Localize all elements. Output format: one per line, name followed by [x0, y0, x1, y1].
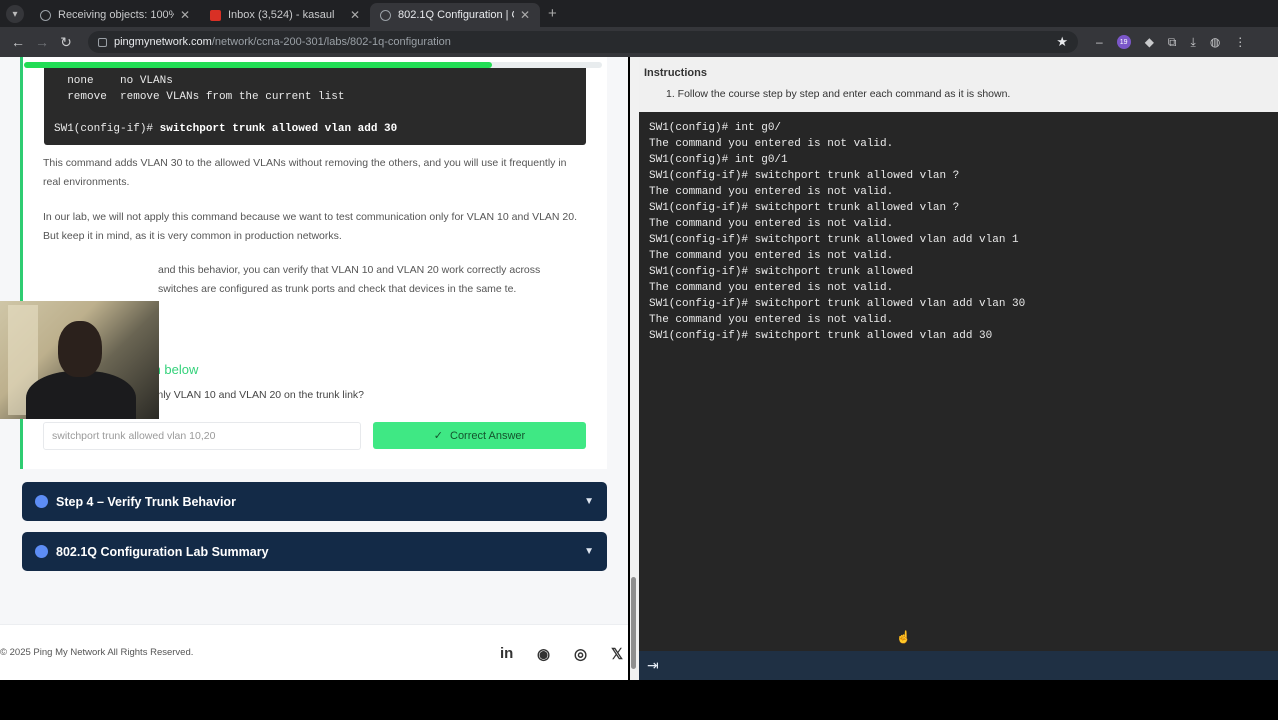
- terminal-toolbar: ⇥: [639, 651, 1278, 680]
- browser-tab-2[interactable]: Inbox (3,524) - kasaul ✕: [200, 3, 370, 27]
- site-info-icon[interactable]: [98, 37, 107, 47]
- screen-bottom-bar: [0, 680, 1278, 720]
- accordion-summary[interactable]: 802.1Q Configuration Lab Summary ▼: [22, 532, 607, 571]
- generic-favicon-icon: [40, 9, 51, 21]
- tab-label: Receiving objects: 100%: [58, 9, 174, 21]
- code-prompt: SW1(config-if)#: [54, 123, 160, 135]
- tab-label: Inbox (3,524) - kasaul: [228, 9, 335, 21]
- code-line: remove remove VLANs from the current lis…: [54, 91, 345, 103]
- tab-search-icon[interactable]: ▾: [6, 5, 24, 23]
- tab-label: 802.1Q Configuration | C: [398, 9, 514, 21]
- close-tab-icon[interactable]: ✕: [350, 8, 360, 22]
- browser-tab-3-active[interactable]: 802.1Q Configuration | C ✕: [370, 3, 540, 27]
- step-dot-icon: [35, 495, 48, 508]
- url-path: /network/ccna-200-301/labs/802-1q-config…: [211, 36, 451, 48]
- mouse-pointer-icon: ☝: [896, 630, 911, 644]
- terminal-line: SW1(config-if)# switchport trunk allowed…: [649, 298, 1026, 310]
- exit-icon[interactable]: ⇥: [647, 657, 659, 674]
- webcam-overlay: [0, 301, 159, 419]
- terminal-line: SW1(config)# int g0/1: [649, 154, 788, 166]
- terminal-line: SW1(config)# int g0/: [649, 122, 782, 134]
- progress-bar: [24, 62, 602, 68]
- webcam-person-head: [58, 321, 102, 377]
- url-host: pingmynetwork.com: [114, 36, 212, 48]
- webcam-person-body: [26, 371, 136, 419]
- code-line: none no VLANs: [54, 75, 173, 87]
- terminal-pane: Instructions 1. Follow the course step b…: [639, 57, 1278, 680]
- profile-avatar-icon[interactable]: ◍: [1210, 35, 1220, 49]
- paragraph-verify: and this behavior, you can verify that V…: [158, 264, 541, 295]
- reddit-icon[interactable]: ◉: [537, 645, 550, 663]
- accordion-step4[interactable]: Step 4 – Verify Trunk Behavior ▼: [22, 482, 607, 521]
- instructions-step: 1. Follow the course step by step and en…: [666, 88, 1011, 100]
- reload-icon[interactable]: ↻: [54, 34, 78, 51]
- terminal-line: SW1(config-if)# switchport trunk allowed…: [649, 170, 960, 182]
- instagram-icon[interactable]: ◎: [574, 645, 587, 663]
- paragraph-lab-note: In our lab, we will not apply this comma…: [43, 211, 578, 242]
- answer-input[interactable]: switchport trunk allowed vlan 10,20: [43, 422, 361, 450]
- terminal-line: The command you entered is not valid.: [649, 218, 894, 230]
- linkedin-icon[interactable]: in: [500, 645, 513, 662]
- terminal-line: SW1(config-if)# switchport trunk allowed…: [649, 202, 960, 214]
- new-tab-icon[interactable]: +: [548, 5, 557, 22]
- terminal-line: The command you entered is not valid.: [649, 314, 894, 326]
- terminal-line: The command you entered is not valid.: [649, 138, 894, 150]
- close-tab-icon[interactable]: ✕: [180, 8, 190, 22]
- terminal-line: SW1(config-if)# switchport trunk allowed: [649, 266, 914, 278]
- forward-arrow-icon[interactable]: →: [30, 34, 54, 50]
- correct-answer-button[interactable]: ✓ Correct Answer: [373, 422, 586, 449]
- extension-icons: – 19 ◆ ⧉ ⤓ ◍ ⋮: [1096, 35, 1246, 50]
- course-scrollbar[interactable]: [630, 57, 639, 680]
- paragraph-vlan30: This command adds VLAN 30 to the allowed…: [43, 157, 567, 188]
- chevron-down-icon: ▼: [584, 546, 594, 557]
- terminal-line: The command you entered is not valid.: [649, 186, 894, 198]
- check-icon: ✓: [433, 430, 443, 442]
- browser-tab-strip: ▾ Receiving objects: 100% ✕ Inbox (3,524…: [0, 0, 1278, 27]
- puzzle-extensions-icon[interactable]: ⧉: [1168, 35, 1177, 50]
- browser-tab-1[interactable]: Receiving objects: 100% ✕: [30, 3, 200, 27]
- code-block: none no VLANs remove remove VLANs from t…: [44, 64, 586, 145]
- minus-extension-icon[interactable]: –: [1096, 35, 1103, 49]
- x-icon[interactable]: 𝕏: [611, 645, 623, 663]
- course-pane: none no VLANs remove remove VLANs from t…: [0, 57, 628, 680]
- accordion-label: 802.1Q Configuration Lab Summary: [56, 544, 269, 559]
- correct-answer-label: Correct Answer: [450, 429, 526, 442]
- progress-fill: [24, 62, 493, 68]
- instructions-panel: Instructions 1. Follow the course step b…: [639, 57, 1278, 112]
- code-command: switchport trunk allowed vlan add 30: [159, 123, 398, 135]
- bookmark-star-icon[interactable]: ★: [1056, 34, 1068, 50]
- browser-toolbar: ← → ↻ pingmynetwork.com /network/ccna-20…: [0, 27, 1278, 57]
- download-icon[interactable]: ⤓: [1191, 35, 1196, 50]
- accordion-label: Step 4 – Verify Trunk Behavior: [56, 494, 236, 509]
- generic-favicon-icon: [380, 9, 391, 21]
- extension-badge-icon[interactable]: 19: [1116, 35, 1131, 49]
- address-bar[interactable]: pingmynetwork.com /network/ccna-200-301/…: [88, 31, 1078, 53]
- step-dot-icon: [35, 545, 48, 558]
- terminal-line: SW1(config-if)# switchport trunk allowed…: [649, 234, 1019, 246]
- site-footer: © 2025 Ping My Network All Rights Reserv…: [0, 624, 628, 680]
- scrollbar-thumb[interactable]: [631, 577, 636, 669]
- shield-extension-icon[interactable]: ◆: [1145, 35, 1154, 49]
- cli-terminal[interactable]: SW1(config)# int g0/The command you ente…: [639, 112, 1278, 651]
- copyright-text: © 2025 Ping My Network All Rights Reserv…: [0, 647, 194, 658]
- chevron-down-icon: ▼: [584, 496, 594, 507]
- terminal-line: The command you entered is not valid.: [649, 250, 894, 262]
- terminal-line: The command you entered is not valid.: [649, 282, 894, 294]
- terminal-line: SW1(config-if)# switchport trunk allowed…: [649, 330, 993, 342]
- close-tab-icon[interactable]: ✕: [520, 8, 530, 22]
- gmail-icon: [210, 9, 221, 21]
- back-arrow-icon[interactable]: ←: [6, 34, 30, 50]
- instructions-title: Instructions: [644, 67, 707, 79]
- kebab-menu-icon[interactable]: ⋮: [1234, 35, 1246, 49]
